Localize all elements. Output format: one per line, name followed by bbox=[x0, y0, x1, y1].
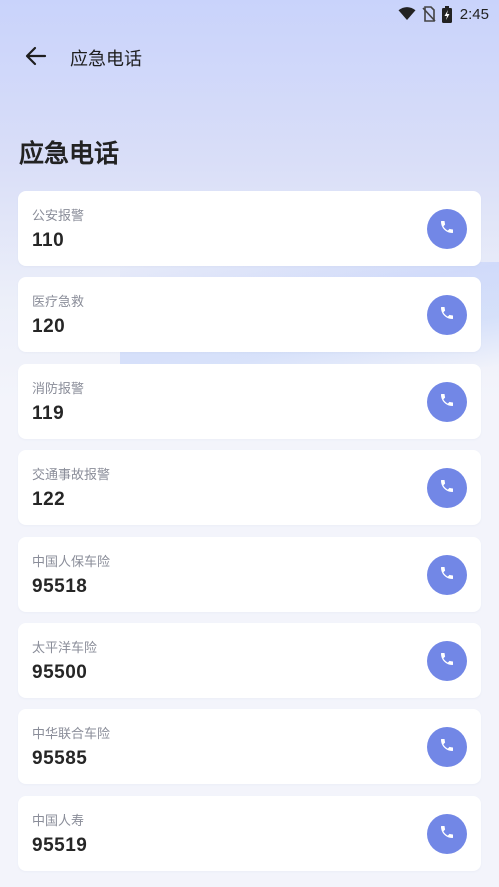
call-button[interactable] bbox=[427, 640, 467, 681]
contact-card-police: 公安报警 110 bbox=[18, 191, 481, 266]
contact-label: 消防报警 bbox=[32, 381, 85, 397]
contact-number: 95500 bbox=[32, 661, 88, 683]
phone-icon bbox=[439, 478, 455, 498]
phone-icon bbox=[439, 565, 455, 585]
contact-card-traffic: 交通事故报警 122 bbox=[18, 450, 481, 526]
arrow-left-icon bbox=[25, 46, 47, 70]
app-bar-title: 应急电话 bbox=[70, 49, 142, 70]
battery-charging-icon bbox=[441, 5, 452, 23]
wifi-icon bbox=[398, 7, 416, 21]
phone-icon bbox=[439, 651, 455, 671]
contact-number: 95585 bbox=[32, 748, 88, 770]
contact-label: 交通事故报警 bbox=[32, 468, 111, 484]
call-button[interactable] bbox=[427, 468, 467, 509]
status-time: 2:45 bbox=[459, 5, 489, 23]
phone-icon bbox=[439, 392, 455, 412]
page-title: 应急电话 bbox=[19, 139, 120, 168]
contact-card-china-united: 中华联合车险 95585 bbox=[18, 709, 481, 785]
contact-label: 中国人保车险 bbox=[32, 554, 111, 570]
contact-number: 120 bbox=[32, 316, 66, 338]
emergency-contact-list: 公安报警 110 医疗急救 120 消防报警 119 交通事故报警 122 中国… bbox=[18, 191, 481, 882]
contact-card-cpic: 太平洋车险 95500 bbox=[18, 622, 481, 698]
phone-icon bbox=[439, 219, 455, 239]
contact-label: 公安报警 bbox=[32, 209, 85, 224]
back-button[interactable] bbox=[14, 36, 58, 80]
contact-card-ambulance: 医疗急救 120 bbox=[18, 277, 481, 353]
contact-label: 中国人寿 bbox=[32, 813, 85, 829]
contact-number: 95518 bbox=[32, 575, 88, 597]
contact-label: 医疗急救 bbox=[32, 295, 85, 311]
call-button[interactable] bbox=[427, 381, 467, 422]
call-button[interactable] bbox=[427, 813, 467, 854]
no-sim-icon bbox=[422, 6, 436, 22]
app-bar: 应急电话 bbox=[0, 36, 499, 80]
status-bar: 2:45 bbox=[0, 0, 499, 28]
phone-icon bbox=[439, 824, 455, 844]
contact-number: 119 bbox=[32, 402, 65, 424]
contact-card-fire: 消防报警 119 bbox=[18, 363, 481, 439]
contact-number: 95519 bbox=[32, 834, 88, 856]
contact-number: 122 bbox=[32, 489, 66, 511]
contact-card-picc: 中国人保车险 95518 bbox=[18, 536, 481, 612]
call-button[interactable] bbox=[427, 295, 467, 336]
phone-icon bbox=[439, 737, 455, 757]
call-button[interactable] bbox=[427, 554, 467, 595]
call-button[interactable] bbox=[427, 209, 467, 249]
contact-number: 110 bbox=[32, 230, 65, 251]
contact-card-china-life: 中国人寿 95519 bbox=[18, 795, 481, 871]
phone-icon bbox=[439, 305, 455, 325]
call-button[interactable] bbox=[427, 727, 467, 768]
contact-label: 中华联合车险 bbox=[32, 727, 111, 743]
contact-label: 太平洋车险 bbox=[32, 640, 98, 656]
